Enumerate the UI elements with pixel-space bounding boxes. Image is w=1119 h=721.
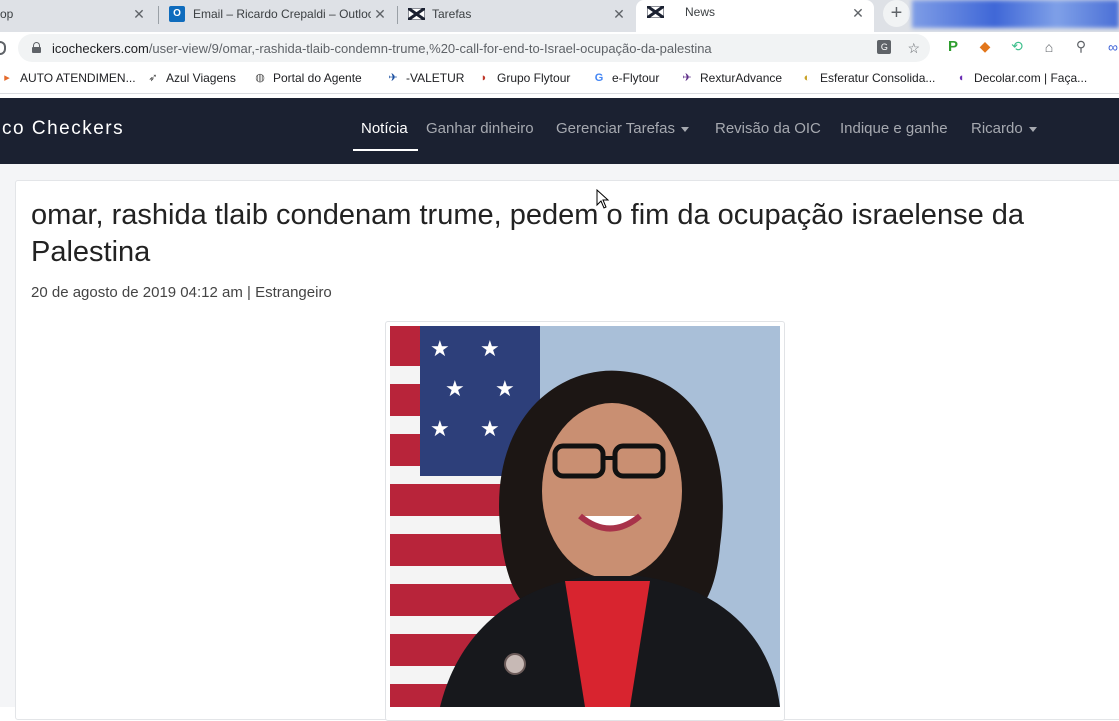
article-meta: 20 de agosto de 2019 04:12 am | Estrange… [31,284,332,301]
article-image-frame: ★ ★ ★ ★ ★ ★ [385,321,785,721]
plane-icon: ➶ [148,72,158,84]
bookmark-label: RexturAdvance [700,71,783,85]
flytour-icon: ◗ [480,72,488,84]
bookmark-label: e-Flytour [612,71,660,85]
nav-label: Gerenciar Tarefas [556,120,675,137]
nav-ganhar-dinheiro[interactable]: Ganhar dinheiro [426,120,534,137]
omnibox-actions: G ☆ [877,40,920,57]
extensions-area: P ◆ ⟲ ⌂ ⚲ ∞ [944,38,1119,55]
site-navbar: co Checkers Notícia Ganhar dinheiro Gere… [0,98,1119,164]
reload-icon[interactable] [0,41,6,55]
new-tab-button[interactable]: + [883,0,910,27]
bookmark-item[interactable]: ▸ AUTO ATENDIMEN... [0,71,136,85]
article-title: omar, rashida tlaib condenam trume, pede… [31,199,1025,268]
decolar-icon: ◖ [957,72,965,84]
ico-checkers-favicon [407,6,426,22]
esferatur-icon: ◐ [803,72,811,84]
pocket-extension-icon[interactable]: P [944,38,962,55]
blurred-region [912,0,1119,28]
lock-icon [32,42,41,53]
metamask-icon[interactable]: ◆ [976,38,994,55]
tab-title: News [685,5,716,19]
close-icon[interactable]: ✕ [611,6,627,23]
bookmark-label: Grupo Flytour [497,71,571,85]
bookmark-item[interactable]: ✈ RexturAdvance [680,71,782,85]
site-brand[interactable]: co Checkers [2,118,124,140]
svg-text:★: ★ [445,377,465,402]
svg-text:★: ★ [495,377,515,402]
tab-separator [397,6,398,24]
svg-text:★: ★ [480,417,500,442]
chevron-down-icon [1028,126,1037,132]
page-icon: ▸ [4,72,10,84]
nav-indique-ganhe[interactable]: Indique e ganhe [840,120,948,137]
nav-label: Ricardo [971,120,1023,137]
globe-icon: ◍ [255,72,265,84]
close-icon[interactable]: ✕ [850,5,866,22]
tab-1[interactable]: O Email – Ricardo Crepaldi – Outloo ✕ [160,0,396,28]
svg-text:★: ★ [430,417,450,442]
bookmark-label: Azul Viagens [166,71,236,85]
extension-icon[interactable]: ∞ [1104,39,1119,55]
tab-0[interactable]: op ✕ [0,0,155,28]
nav-user-menu[interactable]: Ricardo [971,120,1037,137]
plus-icon: + [890,2,903,24]
outlook-icon: O [169,6,185,22]
nav-revisao-oic[interactable]: Revisão da OIC [715,120,821,137]
bookmark-item[interactable]: ✈ -VALETUR [386,71,464,85]
sync-extension-icon[interactable]: ⟲ [1008,38,1026,55]
search-icon[interactable]: ⚲ [1072,38,1090,55]
svg-text:★: ★ [430,337,450,362]
tab-title: op [0,7,14,21]
bookmark-item[interactable]: ◗ Grupo Flytour [477,71,571,85]
bookmark-item[interactable]: ◐ Esferatur Consolida... [800,71,936,85]
bookmark-item[interactable]: ➶ Azul Viagens [146,71,236,85]
bookmark-item[interactable]: ◖ Decolar.com | Faça... [954,71,1087,85]
browser-tab-strip: op ✕ O Email – Ricardo Crepaldi – Outloo… [0,0,1119,32]
nav-noticia[interactable]: Notícia [361,120,408,137]
address-bar[interactable]: icocheckers.com/user-view/9/omar,-rashid… [18,34,930,62]
tab-separator [158,6,159,24]
url-path: /user-view/9/omar,-rashida-tlaib-condemn… [148,41,712,56]
bookmark-item[interactable]: Ge-Flytour [592,71,660,85]
bookmark-item[interactable]: ◍ Portal do Agente [253,71,362,85]
bookmarks-bar: ▸ AUTO ATENDIMEN... ➶ Azul Viagens ◍ Portal… [0,64,1119,94]
home-icon[interactable]: ⌂ [1040,39,1058,55]
chevron-down-icon [680,126,689,132]
bookmark-label: Esferatur Consolida... [820,71,936,85]
bookmark-label: -VALETUR [406,71,465,85]
translate-icon[interactable]: G [877,40,892,54]
close-icon[interactable]: ✕ [131,6,147,23]
bookmark-label: Portal do Agente [273,71,362,85]
close-icon[interactable]: ✕ [372,6,388,23]
google-icon: G [594,72,604,84]
rextur-icon: ✈ [682,72,692,84]
tab-3-active[interactable]: News ✕ [636,0,874,32]
tab-title: Email – Ricardo Crepaldi – Outloo [193,7,371,21]
bookmark-star-icon[interactable]: ☆ [907,40,920,57]
browser-toolbar: icocheckers.com/user-view/9/omar,-rashid… [0,32,1119,64]
valetur-icon: ✈ [388,72,398,84]
svg-text:★: ★ [480,337,500,362]
url-domain: icocheckers.com [52,41,149,56]
url-text[interactable]: icocheckers.com/user-view/9/omar,-rashid… [52,41,712,56]
tab-2[interactable]: Tarefas ✕ [399,0,635,28]
ico-checkers-favicon [646,4,665,20]
tab-title: Tarefas [432,7,472,21]
bookmark-label: Decolar.com | Faça... [974,71,1088,85]
bookmark-label: AUTO ATENDIMEN... [20,71,136,85]
portrait-photo: ★ ★ ★ ★ ★ ★ [390,326,780,707]
active-nav-indicator [353,149,418,151]
nav-gerenciar-tarefas[interactable]: Gerenciar Tarefas [556,120,689,137]
mouse-cursor-icon [596,189,610,209]
